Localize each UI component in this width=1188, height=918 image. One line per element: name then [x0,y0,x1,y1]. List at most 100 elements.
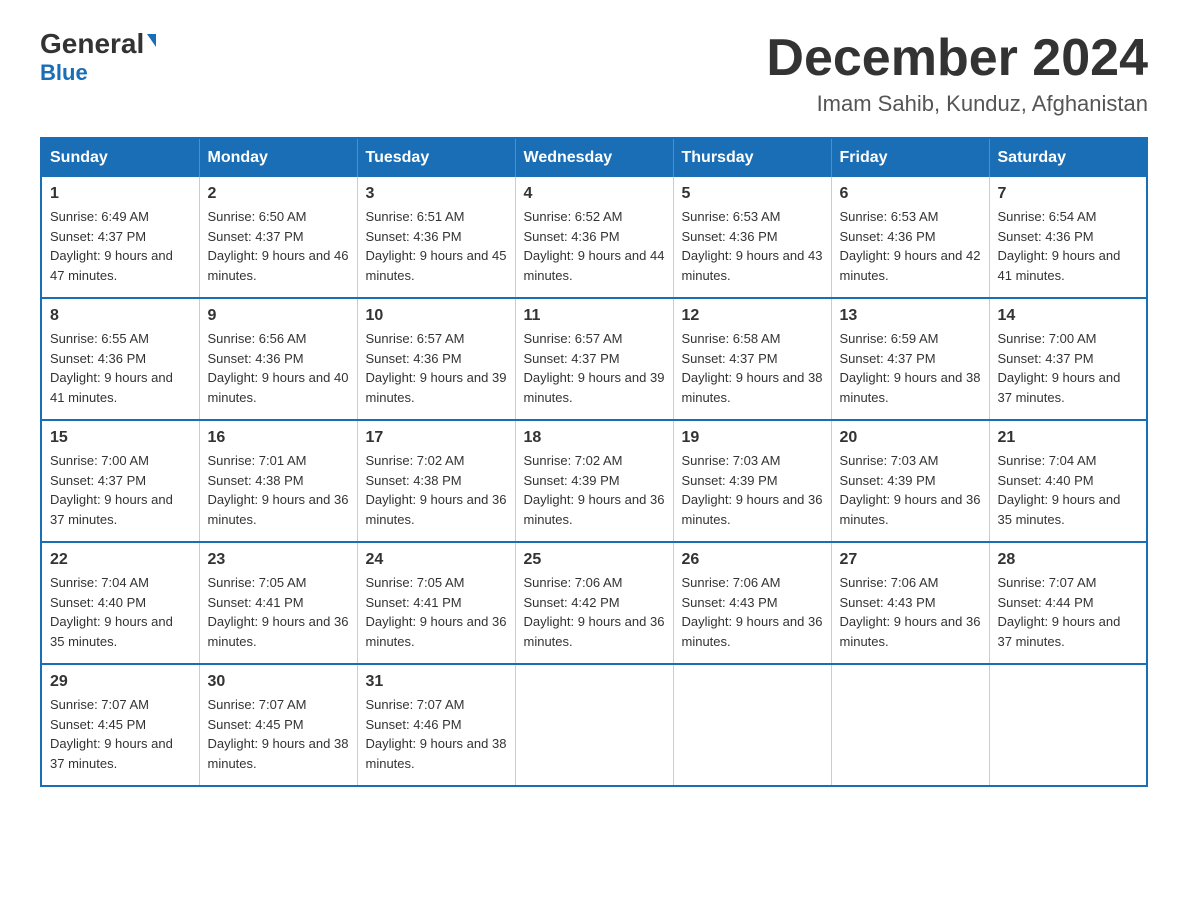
day-info: Sunrise: 7:02 AM Sunset: 4:38 PM Dayligh… [366,451,507,529]
logo: General Blue [40,30,156,86]
location-subtitle: Imam Sahib, Kunduz, Afghanistan [766,91,1148,117]
day-number: 16 [208,429,349,447]
day-number: 2 [208,185,349,203]
day-number: 9 [208,307,349,325]
calendar-cell [673,664,831,786]
weekday-header-wednesday: Wednesday [515,138,673,177]
day-info: Sunrise: 7:04 AM Sunset: 4:40 PM Dayligh… [50,573,191,651]
day-number: 26 [682,551,823,569]
day-info: Sunrise: 7:01 AM Sunset: 4:38 PM Dayligh… [208,451,349,529]
calendar-cell: 13 Sunrise: 6:59 AM Sunset: 4:37 PM Dayl… [831,298,989,420]
calendar-cell: 29 Sunrise: 7:07 AM Sunset: 4:45 PM Dayl… [41,664,199,786]
calendar-table: SundayMondayTuesdayWednesdayThursdayFrid… [40,137,1148,787]
day-info: Sunrise: 6:56 AM Sunset: 4:36 PM Dayligh… [208,329,349,407]
day-info: Sunrise: 7:00 AM Sunset: 4:37 PM Dayligh… [998,329,1139,407]
day-info: Sunrise: 6:53 AM Sunset: 4:36 PM Dayligh… [840,207,981,285]
calendar-cell: 28 Sunrise: 7:07 AM Sunset: 4:44 PM Dayl… [989,542,1147,664]
weekday-header-tuesday: Tuesday [357,138,515,177]
day-number: 21 [998,429,1139,447]
calendar-cell: 10 Sunrise: 6:57 AM Sunset: 4:36 PM Dayl… [357,298,515,420]
day-number: 27 [840,551,981,569]
day-number: 14 [998,307,1139,325]
day-info: Sunrise: 6:55 AM Sunset: 4:36 PM Dayligh… [50,329,191,407]
day-info: Sunrise: 7:06 AM Sunset: 4:43 PM Dayligh… [682,573,823,651]
calendar-cell: 6 Sunrise: 6:53 AM Sunset: 4:36 PM Dayli… [831,177,989,298]
day-number: 3 [366,185,507,203]
day-number: 11 [524,307,665,325]
calendar-cell: 21 Sunrise: 7:04 AM Sunset: 4:40 PM Dayl… [989,420,1147,542]
calendar-cell: 31 Sunrise: 7:07 AM Sunset: 4:46 PM Dayl… [357,664,515,786]
day-number: 12 [682,307,823,325]
day-number: 8 [50,307,191,325]
day-info: Sunrise: 6:57 AM Sunset: 4:37 PM Dayligh… [524,329,665,407]
calendar-week-row: 22 Sunrise: 7:04 AM Sunset: 4:40 PM Dayl… [41,542,1147,664]
day-info: Sunrise: 7:03 AM Sunset: 4:39 PM Dayligh… [840,451,981,529]
weekday-header-monday: Monday [199,138,357,177]
day-info: Sunrise: 7:02 AM Sunset: 4:39 PM Dayligh… [524,451,665,529]
calendar-cell: 3 Sunrise: 6:51 AM Sunset: 4:36 PM Dayli… [357,177,515,298]
logo-text: General [40,30,156,58]
calendar-cell: 5 Sunrise: 6:53 AM Sunset: 4:36 PM Dayli… [673,177,831,298]
day-info: Sunrise: 7:06 AM Sunset: 4:43 PM Dayligh… [840,573,981,651]
weekday-header-saturday: Saturday [989,138,1147,177]
day-number: 10 [366,307,507,325]
calendar-cell [831,664,989,786]
day-info: Sunrise: 7:07 AM Sunset: 4:45 PM Dayligh… [50,695,191,773]
day-number: 5 [682,185,823,203]
calendar-cell: 20 Sunrise: 7:03 AM Sunset: 4:39 PM Dayl… [831,420,989,542]
weekday-header-thursday: Thursday [673,138,831,177]
day-number: 15 [50,429,191,447]
day-info: Sunrise: 6:52 AM Sunset: 4:36 PM Dayligh… [524,207,665,285]
day-info: Sunrise: 6:59 AM Sunset: 4:37 PM Dayligh… [840,329,981,407]
day-number: 19 [682,429,823,447]
weekday-header-sunday: Sunday [41,138,199,177]
calendar-cell: 11 Sunrise: 6:57 AM Sunset: 4:37 PM Dayl… [515,298,673,420]
calendar-cell: 27 Sunrise: 7:06 AM Sunset: 4:43 PM Dayl… [831,542,989,664]
day-number: 18 [524,429,665,447]
day-number: 6 [840,185,981,203]
calendar-cell: 8 Sunrise: 6:55 AM Sunset: 4:36 PM Dayli… [41,298,199,420]
day-info: Sunrise: 7:07 AM Sunset: 4:45 PM Dayligh… [208,695,349,773]
calendar-cell: 22 Sunrise: 7:04 AM Sunset: 4:40 PM Dayl… [41,542,199,664]
calendar-cell: 17 Sunrise: 7:02 AM Sunset: 4:38 PM Dayl… [357,420,515,542]
calendar-cell: 9 Sunrise: 6:56 AM Sunset: 4:36 PM Dayli… [199,298,357,420]
calendar-cell: 25 Sunrise: 7:06 AM Sunset: 4:42 PM Dayl… [515,542,673,664]
day-info: Sunrise: 7:05 AM Sunset: 4:41 PM Dayligh… [208,573,349,651]
day-number: 29 [50,673,191,691]
day-number: 7 [998,185,1139,203]
calendar-cell: 12 Sunrise: 6:58 AM Sunset: 4:37 PM Dayl… [673,298,831,420]
day-number: 1 [50,185,191,203]
day-info: Sunrise: 6:58 AM Sunset: 4:37 PM Dayligh… [682,329,823,407]
calendar-week-row: 29 Sunrise: 7:07 AM Sunset: 4:45 PM Dayl… [41,664,1147,786]
calendar-week-row: 8 Sunrise: 6:55 AM Sunset: 4:36 PM Dayli… [41,298,1147,420]
calendar-cell: 19 Sunrise: 7:03 AM Sunset: 4:39 PM Dayl… [673,420,831,542]
day-number: 4 [524,185,665,203]
day-number: 24 [366,551,507,569]
page-header: General Blue December 2024 Imam Sahib, K… [40,30,1148,117]
calendar-cell: 18 Sunrise: 7:02 AM Sunset: 4:39 PM Dayl… [515,420,673,542]
day-number: 13 [840,307,981,325]
calendar-week-row: 15 Sunrise: 7:00 AM Sunset: 4:37 PM Dayl… [41,420,1147,542]
day-number: 17 [366,429,507,447]
calendar-week-row: 1 Sunrise: 6:49 AM Sunset: 4:37 PM Dayli… [41,177,1147,298]
weekday-header-friday: Friday [831,138,989,177]
day-info: Sunrise: 6:57 AM Sunset: 4:36 PM Dayligh… [366,329,507,407]
calendar-cell: 16 Sunrise: 7:01 AM Sunset: 4:38 PM Dayl… [199,420,357,542]
day-info: Sunrise: 6:50 AM Sunset: 4:37 PM Dayligh… [208,207,349,285]
day-info: Sunrise: 7:07 AM Sunset: 4:46 PM Dayligh… [366,695,507,773]
calendar-cell: 24 Sunrise: 7:05 AM Sunset: 4:41 PM Dayl… [357,542,515,664]
day-number: 30 [208,673,349,691]
day-info: Sunrise: 7:00 AM Sunset: 4:37 PM Dayligh… [50,451,191,529]
day-number: 20 [840,429,981,447]
day-info: Sunrise: 7:05 AM Sunset: 4:41 PM Dayligh… [366,573,507,651]
calendar-cell [515,664,673,786]
day-info: Sunrise: 7:06 AM Sunset: 4:42 PM Dayligh… [524,573,665,651]
day-info: Sunrise: 6:54 AM Sunset: 4:36 PM Dayligh… [998,207,1139,285]
calendar-cell [989,664,1147,786]
calendar-cell: 7 Sunrise: 6:54 AM Sunset: 4:36 PM Dayli… [989,177,1147,298]
day-info: Sunrise: 7:04 AM Sunset: 4:40 PM Dayligh… [998,451,1139,529]
calendar-cell: 1 Sunrise: 6:49 AM Sunset: 4:37 PM Dayli… [41,177,199,298]
calendar-cell: 14 Sunrise: 7:00 AM Sunset: 4:37 PM Dayl… [989,298,1147,420]
calendar-cell: 2 Sunrise: 6:50 AM Sunset: 4:37 PM Dayli… [199,177,357,298]
day-number: 23 [208,551,349,569]
